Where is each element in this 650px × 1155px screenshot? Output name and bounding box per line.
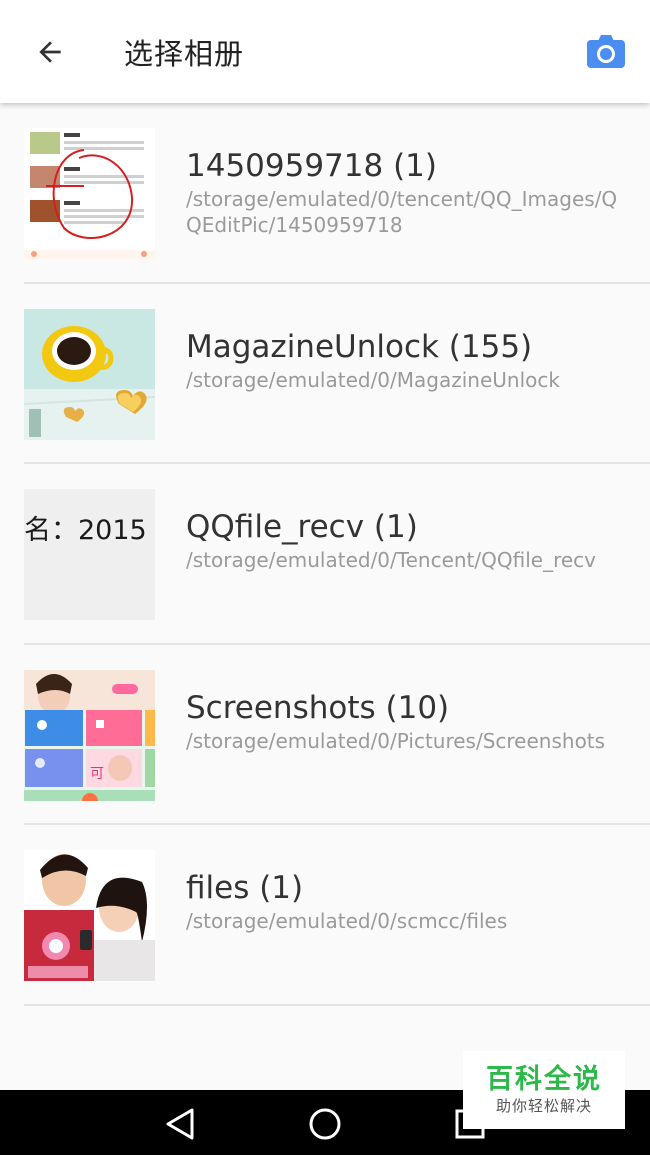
nav-back-button[interactable] xyxy=(158,1102,202,1146)
album-path: /storage/emulated/0/Tencent/QQfile_recv xyxy=(186,548,596,572)
album-name: MagazineUnlock (155) xyxy=(186,328,533,365)
svg-text:可: 可 xyxy=(90,766,104,782)
album-path: /storage/emulated/0/tencent/QQ_Images/QQ… xyxy=(186,187,618,237)
nav-home-button[interactable] xyxy=(303,1102,347,1146)
album-thumbnail xyxy=(24,850,155,981)
album-name: 1450959718 (1) xyxy=(186,148,437,184)
album-item-qqfile-recv[interactable]: 名：2015 QQfile_recv (1) /storage/emulated… xyxy=(0,464,650,645)
album-path: /storage/emulated/0/Pictures/Screenshots xyxy=(186,728,606,753)
watermark-logo: 百科全说 助你轻松解决 xyxy=(463,1051,625,1129)
album-thumbnail: 可 xyxy=(24,669,155,801)
album-thumbnail: 名：2015 xyxy=(24,489,155,620)
arrow-left-icon xyxy=(39,41,61,63)
album-item-magazineunlock[interactable]: MagazineUnlock (155) /storage/emulated/0… xyxy=(0,284,650,465)
album-path: /storage/emulated/0/scmcc/files xyxy=(186,909,508,933)
album-thumbnail xyxy=(24,308,155,440)
camera-icon xyxy=(587,35,625,68)
triangle-back-icon xyxy=(166,1108,194,1140)
album-item-screenshots[interactable]: 可 Screenshots (10) /storage/emulated/0/P… xyxy=(0,645,650,826)
album-name: QQfile_recv (1) xyxy=(186,509,418,545)
thumbnail-text: 名：2015 xyxy=(24,515,147,546)
album-thumbnail xyxy=(24,128,155,259)
album-item-1450959718[interactable]: 1450959718 (1) /storage/emulated/0/tence… xyxy=(0,103,650,284)
page-title: 选择相册 xyxy=(124,36,245,71)
watermark-subtitle: 助你轻松解决 xyxy=(495,1097,592,1115)
app-bar: 选择相册 xyxy=(0,0,650,103)
album-name: Screenshots (10) xyxy=(186,689,450,726)
album-item-files[interactable]: files (1) /storage/emulated/0/scmcc/file… xyxy=(0,825,650,1006)
album-list: 1450959718 (1) /storage/emulated/0/tence… xyxy=(0,103,650,1006)
back-button[interactable] xyxy=(26,30,74,74)
circle-home-icon xyxy=(309,1108,341,1140)
album-name: files (1) xyxy=(186,870,304,906)
watermark-title: 百科全说 xyxy=(486,1064,602,1095)
album-path: /storage/emulated/0/MagazineUnlock xyxy=(186,367,560,392)
camera-button[interactable] xyxy=(582,30,630,74)
